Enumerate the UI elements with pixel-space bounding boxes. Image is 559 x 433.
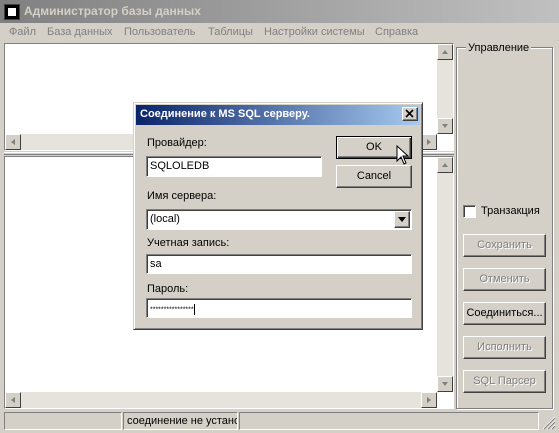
scroll-right-button[interactable] — [421, 392, 437, 408]
menu-bar: Файл База данных Пользователь Таблицы На… — [0, 23, 559, 42]
arrow-left-icon — [11, 139, 15, 145]
menu-settings[interactable]: Настройки системы — [264, 26, 365, 38]
chevron-down-icon — [398, 217, 406, 222]
arrow-up-icon — [442, 163, 448, 167]
account-label: Учетная запись: — [147, 237, 230, 249]
scroll-down-button[interactable] — [437, 118, 453, 134]
control-group-title: Управление — [466, 42, 532, 54]
size-grip-icon[interactable] — [542, 416, 556, 430]
status-pane-1 — [4, 412, 122, 430]
arrow-right-icon — [427, 397, 431, 403]
cancel-button-label: Cancel — [356, 170, 392, 182]
transaction-checkbox[interactable] — [463, 205, 476, 218]
arrow-up-icon — [442, 50, 448, 54]
window-title: Администратор базы данных — [24, 4, 201, 18]
save-button[interactable]: Сохранить — [463, 234, 546, 257]
execute-button-label: Исполнить — [477, 341, 532, 353]
provider-label: Провайдер: — [147, 137, 207, 149]
sql-parser-button[interactable]: SQL Парсер — [463, 370, 546, 393]
dialog-title: Соединение к MS SQL серверу. — [140, 108, 310, 120]
scroll-up-button[interactable] — [437, 157, 453, 173]
sql-parser-label: SQL Парсер — [473, 375, 536, 387]
scroll-down-button[interactable] — [437, 376, 453, 392]
connect-button[interactable]: Соединиться... — [463, 302, 546, 325]
scroll-left-button[interactable] — [5, 392, 21, 408]
server-dropdown-button[interactable] — [394, 211, 410, 228]
transaction-label: Транзакция — [481, 205, 540, 217]
arrow-right-icon — [427, 139, 431, 145]
server-value: (local) — [150, 213, 180, 225]
menu-tables[interactable]: Таблицы — [208, 26, 253, 38]
password-input[interactable]: **************** — [146, 298, 412, 318]
cancel-changes-label: Отменить — [479, 273, 530, 285]
top-vscrollbar[interactable] — [437, 44, 453, 134]
cancel-changes-button[interactable]: Отменить — [463, 268, 546, 291]
scroll-right-button[interactable] — [421, 134, 437, 150]
scroll-up-button[interactable] — [437, 44, 453, 60]
status-pane-connection: соединение не устано — [123, 412, 238, 430]
menu-database[interactable]: База данных — [47, 26, 113, 38]
password-value: **************** — [150, 306, 194, 314]
execute-button[interactable]: Исполнить — [463, 336, 546, 359]
server-label: Имя сервера: — [147, 190, 217, 202]
bottom-vscrollbar[interactable] — [437, 157, 453, 392]
dialog-close-button[interactable] — [402, 107, 418, 121]
provider-input[interactable]: SQLOLEDB — [146, 156, 322, 177]
app-icon[interactable] — [4, 4, 20, 20]
mouse-pointer-icon — [396, 145, 410, 165]
connect-button-label: Соединиться... — [466, 307, 543, 319]
server-combobox[interactable]: (local) — [146, 209, 412, 230]
menu-user[interactable]: Пользователь — [124, 26, 195, 38]
arrow-left-icon — [11, 397, 15, 403]
account-input[interactable]: sa — [146, 254, 412, 274]
password-label: Пароль: — [147, 283, 189, 295]
arrow-down-icon — [442, 124, 448, 128]
arrow-down-icon — [442, 382, 448, 386]
bottom-hscrollbar[interactable] — [5, 392, 437, 408]
menu-help[interactable]: Справка — [375, 26, 418, 38]
cancel-button[interactable]: Cancel — [336, 165, 412, 188]
text-cursor — [193, 304, 195, 315]
save-button-label: Сохранить — [477, 239, 532, 251]
status-pane-3 — [239, 412, 539, 430]
close-icon — [405, 109, 414, 118]
menu-file[interactable]: Файл — [9, 26, 36, 38]
scroll-left-button[interactable] — [5, 134, 21, 150]
